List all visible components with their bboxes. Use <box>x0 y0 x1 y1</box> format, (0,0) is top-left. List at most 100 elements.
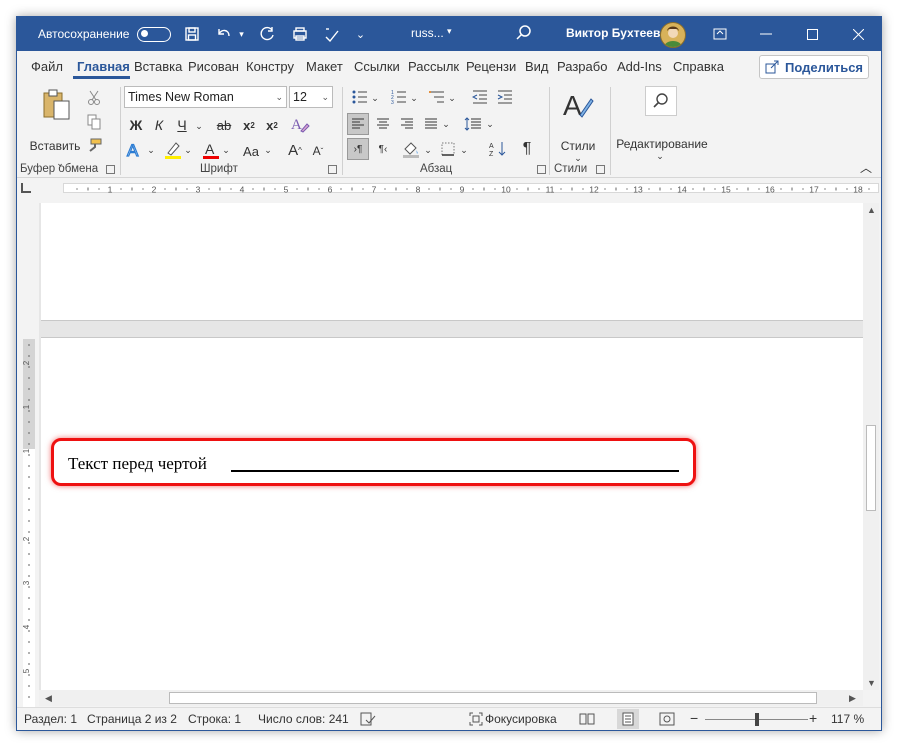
zoom-in-button[interactable]: + <box>809 710 817 726</box>
numbering-chevron-icon[interactable]: ⌄ <box>409 93 419 104</box>
sort-icon[interactable]: AZ <box>487 138 509 160</box>
strikethrough-button[interactable]: ab <box>213 115 235 135</box>
multilevel-list-icon[interactable] <box>427 87 447 107</box>
status-line[interactable]: Строка: 1 <box>188 712 241 726</box>
tab-layout[interactable]: Макет <box>302 56 350 78</box>
font-color-icon[interactable]: A <box>201 139 221 161</box>
zoom-level[interactable]: 117 % <box>831 712 864 726</box>
tab-review[interactable]: Рецензи <box>462 56 521 78</box>
document-name[interactable]: russ... <box>411 26 444 40</box>
multilevel-chevron-icon[interactable]: ⌄ <box>447 93 457 104</box>
tab-developer[interactable]: Разрабо <box>553 56 613 78</box>
line-spacing-icon[interactable] <box>462 113 484 135</box>
tab-draw[interactable]: Рисован <box>184 56 242 78</box>
change-case-button[interactable]: Aa <box>239 141 263 161</box>
increase-indent-icon[interactable] <box>495 87 515 107</box>
change-case-chevron-icon[interactable]: ⌄ <box>263 145 273 156</box>
justify-icon[interactable] <box>420 113 442 135</box>
shrink-font-button[interactable]: Aˇ <box>308 141 328 161</box>
page-2[interactable]: Текст перед чертой <box>41 337 863 690</box>
minimize-icon[interactable] <box>743 17 789 51</box>
font-size-field[interactable]: 12 ⌄ <box>289 86 333 108</box>
italic-button[interactable]: К <box>150 115 168 135</box>
borders-chevron-icon[interactable]: ⌄ <box>459 145 469 156</box>
tab-insert[interactable]: Вставка <box>130 56 184 78</box>
decrease-indent-icon[interactable] <box>470 87 490 107</box>
spelling-icon[interactable] <box>321 23 343 45</box>
scroll-left-icon[interactable]: ◀ <box>45 693 52 704</box>
styles-launcher-icon[interactable] <box>596 165 605 174</box>
grow-font-button[interactable]: A ^ <box>285 139 305 161</box>
underline-button[interactable]: Ч <box>173 115 191 135</box>
save-icon[interactable] <box>181 23 203 45</box>
tab-addins[interactable]: Add-Ins <box>613 56 669 78</box>
status-section[interactable]: Раздел: 1 <box>24 712 77 726</box>
tab-selector-icon[interactable] <box>21 183 31 193</box>
status-page[interactable]: Страница 2 из 2 <box>87 712 177 726</box>
justify-chevron-icon[interactable]: ⌄ <box>441 119 451 130</box>
font-color-chevron-icon[interactable]: ⌄ <box>221 145 231 156</box>
tab-mailings[interactable]: Рассылк <box>404 56 462 78</box>
bullets-chevron-icon[interactable]: ⌄ <box>370 93 380 104</box>
text-effects-chevron-icon[interactable]: ⌄ <box>146 145 156 156</box>
bullets-icon[interactable] <box>350 87 370 107</box>
web-layout-icon[interactable] <box>659 712 675 726</box>
status-word-count[interactable]: Число слов: 241 <box>258 712 349 726</box>
underline-chevron-icon[interactable]: ⌄ <box>194 121 204 132</box>
tab-help[interactable]: Справка <box>669 56 731 78</box>
collapse-ribbon-icon[interactable]: ︿ <box>859 159 873 176</box>
font-launcher-icon[interactable] <box>328 165 337 174</box>
shading-icon[interactable] <box>400 138 422 160</box>
format-painter-icon[interactable] <box>84 137 104 155</box>
avatar[interactable] <box>660 22 686 48</box>
zoom-slider-thumb[interactable] <box>755 713 759 726</box>
customize-toolbar-icon[interactable]: ⌄ <box>353 23 367 45</box>
tab-file[interactable]: Файл <box>27 56 69 78</box>
scroll-thumb[interactable] <box>169 692 817 704</box>
tab-design[interactable]: Констру <box>242 56 302 78</box>
tab-references[interactable]: Ссылки <box>350 56 404 78</box>
align-right-icon[interactable] <box>396 113 418 135</box>
print-layout-icon[interactable] <box>617 709 639 729</box>
rtl-direction-icon[interactable]: ¶‹ <box>372 138 394 160</box>
focus-icon[interactable] <box>469 712 483 726</box>
scroll-thumb[interactable] <box>866 425 876 511</box>
clipboard-launcher-icon[interactable] <box>106 165 115 174</box>
vertical-scrollbar[interactable]: ▲ ▼ <box>863 203 879 690</box>
ltr-direction-icon[interactable]: ›¶ <box>347 138 369 160</box>
align-center-icon[interactable] <box>372 113 394 135</box>
cut-icon[interactable] <box>84 89 104 107</box>
font-name-field[interactable]: Times New Roman ⌄ <box>124 86 287 108</box>
search-icon[interactable] <box>515 24 533 42</box>
paste-icon[interactable] <box>37 87 77 123</box>
horizontal-scrollbar[interactable]: ◀ ▶ <box>39 690 863 706</box>
ruler-track[interactable]: 1 2 3 4 5 6 7 8 9 10 11 12 13 14 15 16 17 18 <box>63 183 879 194</box>
ribbon-display-icon[interactable] <box>697 17 743 51</box>
user-name[interactable]: Виктор Бухтеев <box>566 26 660 40</box>
numbering-icon[interactable]: 123 <box>389 87 409 107</box>
tab-home[interactable]: Главная <box>73 56 130 79</box>
maximize-icon[interactable] <box>789 17 835 51</box>
vertical-ruler[interactable]: 2 1 1 2 3 4 5 <box>23 339 35 709</box>
copy-icon[interactable] <box>84 113 104 131</box>
share-button[interactable]: Поделиться <box>759 55 869 79</box>
scroll-up-icon[interactable]: ▲ <box>867 205 876 215</box>
line-spacing-chevron-icon[interactable]: ⌄ <box>485 119 495 130</box>
redo-icon[interactable] <box>257 23 279 45</box>
align-left-icon[interactable] <box>347 113 369 135</box>
superscript-button[interactable]: x2 <box>262 115 282 135</box>
docname-chevron-icon[interactable]: ▾ <box>447 26 452 37</box>
find-icon[interactable] <box>645 86 677 116</box>
close-icon[interactable] <box>835 17 881 51</box>
borders-icon[interactable] <box>437 138 459 160</box>
print-preview-icon[interactable] <box>289 23 311 45</box>
paragraph-launcher-icon[interactable] <box>537 165 546 174</box>
proofing-icon[interactable] <box>360 712 376 726</box>
read-mode-icon[interactable] <box>579 712 595 726</box>
shading-chevron-icon[interactable]: ⌄ <box>423 145 433 156</box>
undo-icon[interactable] <box>213 23 235 45</box>
scroll-right-icon[interactable]: ▶ <box>849 693 856 704</box>
highlight-icon[interactable] <box>163 139 183 161</box>
styles-label[interactable]: Стили <box>554 139 602 153</box>
bold-button[interactable]: Ж <box>127 115 145 135</box>
